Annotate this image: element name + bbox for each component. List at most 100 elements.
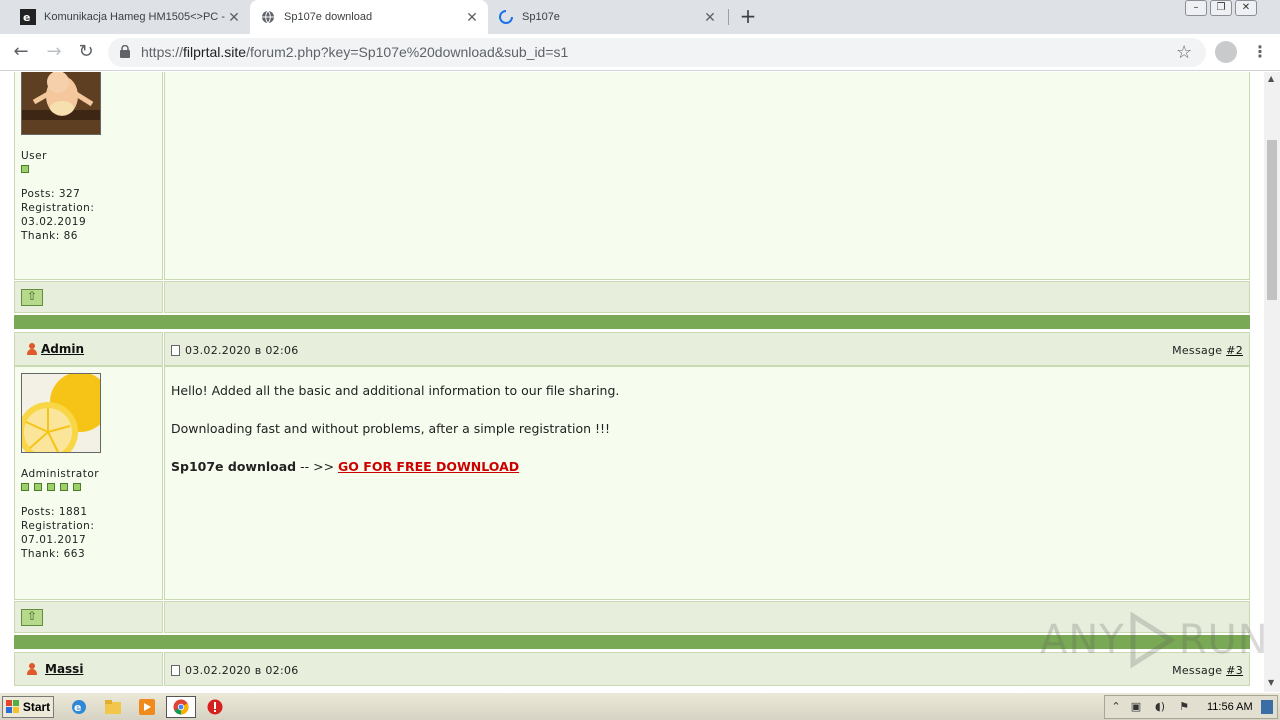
globe-icon — [260, 9, 276, 25]
site-e-icon: e — [20, 9, 36, 25]
tab-divider — [728, 9, 729, 25]
post-date: 03.02.2020 в 02:06 — [185, 664, 299, 677]
scroll-down-icon[interactable]: ▼ — [1268, 678, 1274, 687]
post-icon — [171, 345, 180, 356]
user-thanks: Thank: 86 — [21, 230, 78, 242]
profile-avatar-icon[interactable] — [1215, 41, 1237, 63]
tab-title: Komunikacja Hameg HM1505<>PC - — [44, 11, 225, 23]
post-header: Admin — [14, 332, 163, 366]
user-posts: Posts: 327 — [21, 188, 81, 200]
anyrun-watermark: ANY RUN — [1040, 612, 1269, 668]
user-online-icon — [27, 343, 37, 355]
tab-close-icon[interactable]: ✕ — [464, 9, 480, 25]
post-header: Massi — [14, 652, 163, 686]
user-info: Administrator Posts: 1881 Registration: … — [21, 467, 99, 561]
message-body — [164, 72, 1250, 280]
post-footer — [14, 601, 163, 633]
post-separator — [14, 315, 1250, 329]
start-button[interactable]: Start — [2, 696, 54, 718]
author-link[interactable]: Admin — [41, 342, 84, 356]
stop-icon[interactable] — [206, 698, 224, 716]
message-anchor-link[interactable]: #2 — [1226, 344, 1243, 357]
download-arrow: -- >> — [300, 459, 335, 474]
post-footer — [14, 281, 163, 313]
post-footer-right — [164, 281, 1250, 313]
user-avatar — [21, 373, 101, 453]
reload-button[interactable]: ↻ — [74, 40, 98, 64]
scroll-up-icon[interactable]: ▲ — [1268, 74, 1274, 83]
user-registration-label: Registration: — [21, 520, 95, 532]
tab-close-icon[interactable]: ✕ — [226, 9, 242, 25]
user-registration-label: Registration: — [21, 202, 95, 214]
internet-explorer-icon[interactable]: e — [70, 698, 88, 716]
system-tray: ⌃ ▣ ◖) ⚑ 11:56 AM — [1104, 695, 1278, 719]
svg-text:e: e — [74, 701, 81, 714]
browser-toolbar: ← → ↻ https://filprtal.site/forum2.php?k… — [0, 34, 1280, 71]
new-tab-button[interactable]: + — [736, 5, 760, 29]
chrome-icon — [173, 699, 189, 715]
message-line: Hello! Added all the basic and additiona… — [171, 383, 620, 398]
volume-icon[interactable]: ◖) — [1153, 700, 1167, 714]
file-explorer-icon[interactable] — [104, 698, 122, 716]
user-online-icon — [27, 663, 37, 675]
windows-taskbar: Start e ⌃ ▣ ◖) ⚑ 11:56 AM — [0, 692, 1280, 720]
restore-icon[interactable]: ❐ — [1210, 0, 1232, 16]
close-window-icon[interactable]: ✕ — [1235, 0, 1257, 16]
user-info: User Posts: 327 Registration: 03.02.2019… — [21, 149, 94, 243]
user-registration-date: 03.02.2019 — [21, 216, 87, 228]
page-viewport: User Posts: 327 Registration: 03.02.2019… — [0, 72, 1264, 692]
tray-expand-icon[interactable]: ⌃ — [1109, 700, 1123, 714]
tab-komunikacja[interactable]: e Komunikacja Hameg HM1505<>PC - ✕ — [0, 0, 250, 34]
chrome-taskbar-button[interactable] — [166, 696, 196, 718]
user-avatar — [21, 72, 101, 135]
download-link[interactable]: GO FOR FREE DOWNLOAD — [338, 459, 519, 474]
rank-star-icon — [21, 483, 29, 491]
tab-sp107e-download[interactable]: Sp107e download ✕ — [250, 0, 488, 34]
download-line: Sp107e download -- >> GO FOR FREE DOWNLO… — [171, 457, 619, 476]
rank-star-icon — [47, 483, 55, 491]
user-panel: Administrator Posts: 1881 Registration: … — [14, 366, 163, 600]
user-posts: Posts: 1881 — [21, 506, 88, 518]
tab-close-icon[interactable]: ✕ — [702, 9, 718, 25]
scroll-thumb[interactable] — [1267, 140, 1277, 300]
scroll-top-button[interactable] — [21, 289, 43, 306]
message-line: Downloading fast and without problems, a… — [171, 421, 611, 436]
loading-spinner-icon — [498, 9, 514, 25]
rank-star-icon — [21, 165, 29, 173]
page-scrollbar[interactable]: ▲ ▼ — [1264, 72, 1280, 692]
user-role: User — [21, 150, 47, 162]
show-desktop-icon[interactable] — [1261, 700, 1273, 714]
address-bar[interactable]: https://filprtal.site/forum2.php?key=Sp1… — [108, 38, 1206, 67]
tab-strip: e Komunikacja Hameg HM1505<>PC - ✕ Sp107… — [0, 0, 1280, 34]
rank-star-icon — [73, 483, 81, 491]
minimize-icon[interactable]: – — [1185, 0, 1207, 16]
menu-kebab-icon[interactable]: ⋮ — [1252, 42, 1268, 61]
flag-icon[interactable]: ⚑ — [1177, 700, 1191, 714]
url-text: https://filprtal.site/forum2.php?key=Sp1… — [141, 44, 569, 60]
user-role: Administrator — [21, 468, 100, 480]
author-link[interactable]: Massi — [45, 662, 83, 676]
windows-logo-icon — [5, 700, 19, 713]
scroll-top-button[interactable] — [21, 609, 43, 626]
tab-title: Sp107e download — [284, 11, 373, 23]
media-player-icon[interactable] — [138, 698, 156, 716]
svg-text:e: e — [23, 11, 30, 24]
user-registration-date: 07.01.2017 — [21, 534, 87, 546]
rank-stars — [21, 483, 99, 491]
lock-icon — [120, 45, 130, 58]
network-icon[interactable]: ▣ — [1129, 700, 1143, 714]
post-header-right: 03.02.2020 в 02:06 Message #2 — [164, 332, 1250, 366]
download-title: Sp107e download — [171, 459, 297, 474]
clock[interactable]: 11:56 AM — [1207, 701, 1253, 713]
tab-title: Sp107e — [522, 11, 560, 23]
back-button[interactable]: ← — [9, 40, 33, 64]
window-controls: – ❐ ✕ — [1182, 0, 1257, 18]
rank-star-icon — [60, 483, 68, 491]
rank-stars — [21, 165, 94, 173]
tab-sp107e[interactable]: Sp107e ✕ — [488, 0, 726, 34]
bookmark-star-icon[interactable]: ☆ — [1176, 42, 1192, 63]
play-logo-icon — [1130, 612, 1175, 668]
forward-button[interactable]: → — [42, 40, 66, 64]
post-date: 03.02.2020 в 02:06 — [185, 344, 299, 357]
post-icon — [171, 665, 180, 676]
